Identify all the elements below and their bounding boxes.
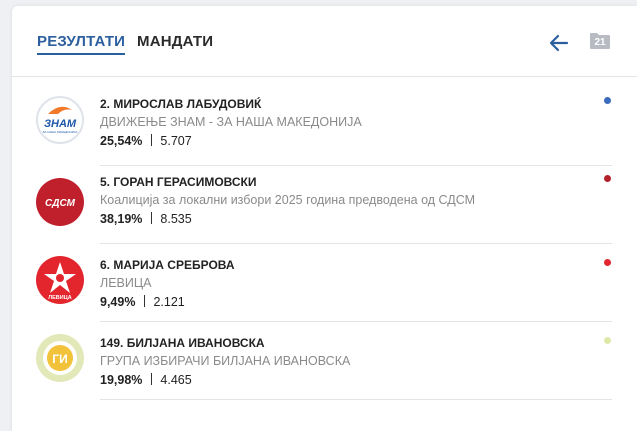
back-button[interactable] [548, 32, 570, 54]
candidate-stats: 25,54% 5.707 [100, 134, 192, 148]
candidate-row[interactable]: СДСМ 5. ГОРАН ГЕРАСИМОВСКИ Коалиција за … [12, 166, 637, 244]
party-color-dot [604, 337, 611, 344]
arrow-left-icon [549, 34, 569, 52]
party-logo-gi: ГИ [36, 334, 84, 382]
candidate-votes: 2.121 [153, 295, 185, 309]
folder-count: 21 [594, 37, 606, 48]
party-color-dot [604, 259, 611, 266]
candidate-votes: 4.465 [160, 373, 192, 387]
candidate-party: ДВИЖЕЊЕ ЗНАМ - ЗА НАША МАКЕДОНИЈА [100, 115, 362, 129]
candidate-percent: 19,98% [100, 373, 143, 387]
stats-divider [144, 295, 146, 307]
candidate-stats: 9,49% 2.121 [100, 295, 185, 309]
logo-text: ЗНАМ [44, 118, 77, 130]
candidate-percent: 38,19% [100, 212, 143, 226]
tab-mandates[interactable]: МАНДАТИ [137, 33, 213, 50]
candidate-votes: 5.707 [160, 134, 192, 148]
candidate-name: 5. ГОРАН ГЕРАСИМОВСКИ [100, 175, 257, 189]
candidate-party: ЛЕВИЦА [100, 276, 152, 290]
stats-divider [151, 134, 153, 146]
party-logo-levica: ЛЕВИЦА [36, 256, 84, 304]
card-header: РЕЗУЛТАТИ МАНДАТИ 21 [12, 6, 637, 77]
stats-divider [151, 212, 153, 224]
logo-text: ГИ [52, 352, 67, 366]
candidate-row[interactable]: ГИ 149. БИЛЈАНА ИВАНОВСКА ГРУПА ИЗБИРАЧИ… [12, 322, 637, 400]
stats-divider [151, 373, 153, 385]
tab-results[interactable]: РЕЗУЛТАТИ [37, 33, 126, 55]
folder-button[interactable]: 21 [589, 32, 611, 50]
candidate-party: Коалиција за локални избори 2025 година … [100, 193, 476, 207]
candidate-votes: 8.535 [160, 212, 192, 226]
logo-subtext: ЗА НАША МАКЕДОНИЈА [43, 130, 78, 134]
candidate-name: 149. БИЛЈАНА ИВАНОВСКА [100, 336, 265, 350]
party-color-dot [604, 97, 611, 104]
party-logo-sdsm: СДСМ [36, 178, 84, 226]
party-logo-znam: ЗНАМ ЗА НАША МАКЕДОНИЈА [36, 96, 84, 144]
logo-text: ЛЕВИЦА [48, 295, 71, 301]
logo-text: СДСМ [45, 198, 76, 209]
candidate-party: ГРУПА ИЗБИРАЧИ БИЛЈАНА ИВАНОВСКА [100, 354, 351, 368]
candidate-stats: 19,98% 4.465 [100, 373, 192, 387]
results-card: РЕЗУЛТАТИ МАНДАТИ 21 ЗНАМ ЗА НАША МАКЕДО… [12, 6, 637, 431]
candidate-percent: 9,49% [100, 295, 136, 309]
candidate-name: 2. МИРОСЛАВ ЛАБУДОВИЌ [100, 97, 262, 111]
candidate-row[interactable]: ЛЕВИЦА 6. МАРИЈА СРЕБРОВА ЛЕВИЦА 9,49% 2.… [12, 244, 637, 322]
candidate-stats: 38,19% 8.535 [100, 212, 192, 226]
candidate-percent: 25,54% [100, 134, 143, 148]
party-color-dot [604, 175, 611, 182]
row-separator [100, 399, 612, 400]
candidate-row[interactable]: ЗНАМ ЗА НАША МАКЕДОНИЈА 2. МИРОСЛАВ ЛАБУ… [12, 88, 637, 166]
candidate-name: 6. МАРИЈА СРЕБРОВА [100, 258, 235, 272]
